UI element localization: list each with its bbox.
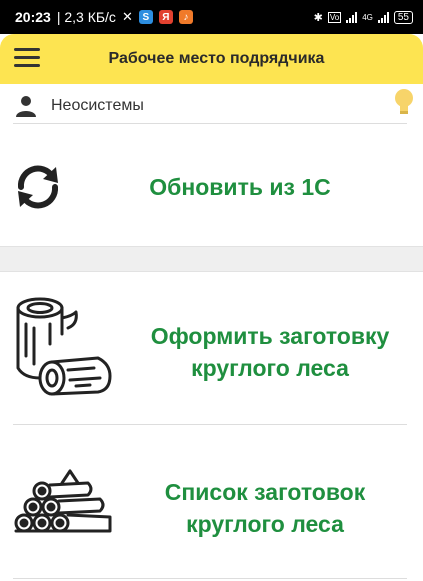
- network-type: 4G: [362, 12, 373, 22]
- new-harvest-label: Оформить заготовку круглого леса: [120, 320, 420, 384]
- bluetooth-icon: ✱: [313, 11, 323, 24]
- person-icon: [16, 95, 36, 117]
- status-speed: | 2,3 КБ/с: [56, 9, 116, 25]
- harvest-list-label-line1: Список заготовок: [164, 479, 366, 505]
- signal-icon-2: [377, 11, 389, 23]
- page-title: Рабочее место подрядчика: [108, 50, 325, 67]
- hamburger-menu-icon[interactable]: [14, 48, 40, 70]
- lightbulb-icon[interactable]: [393, 88, 415, 116]
- new-harvest-label-line2: круглого леса: [191, 355, 349, 381]
- new-harvest-button[interactable]: Оформить заготовку круглого леса: [0, 272, 423, 424]
- status-left: 20:23 | 2,3 КБ/с ✕ S Я ♪: [15, 9, 193, 25]
- log-pile-icon: [14, 469, 112, 533]
- new-harvest-label-line1: Оформить заготовку: [150, 323, 390, 349]
- harvest-list-label: Список заготовок круглого леса: [120, 476, 410, 540]
- divider: [13, 578, 407, 579]
- harvest-list-label-line2: круглого леса: [186, 511, 344, 537]
- signal-icon: [346, 11, 358, 23]
- refresh-icon: [17, 165, 59, 209]
- mute-icon: ✕: [121, 9, 133, 24]
- app-bar: Рабочее место подрядчика: [0, 34, 423, 84]
- skype-icon: S: [138, 10, 153, 24]
- refresh-label: Обновить из 1С: [149, 174, 331, 200]
- volte-icon: Vo: [327, 11, 342, 23]
- status-bar: 20:23 | 2,3 КБ/с ✕ S Я ♪ ✱ Vo 4G 55: [0, 0, 423, 34]
- harvest-list-button[interactable]: Список заготовок круглого леса: [0, 425, 423, 577]
- user-name: Неосистемы: [51, 96, 144, 114]
- section-divider: [0, 246, 423, 272]
- music-icon: ♪: [178, 10, 193, 24]
- user-row: Неосистемы: [13, 88, 413, 124]
- yandex-icon: Я: [158, 10, 173, 24]
- logs-icon: [16, 297, 112, 396]
- status-right: ✱ Vo 4G 55: [313, 10, 413, 24]
- status-time: 20:23: [15, 9, 51, 25]
- battery-indicator: 55: [393, 10, 413, 24]
- refresh-from-1c-button[interactable]: Обновить из 1С: [0, 126, 423, 246]
